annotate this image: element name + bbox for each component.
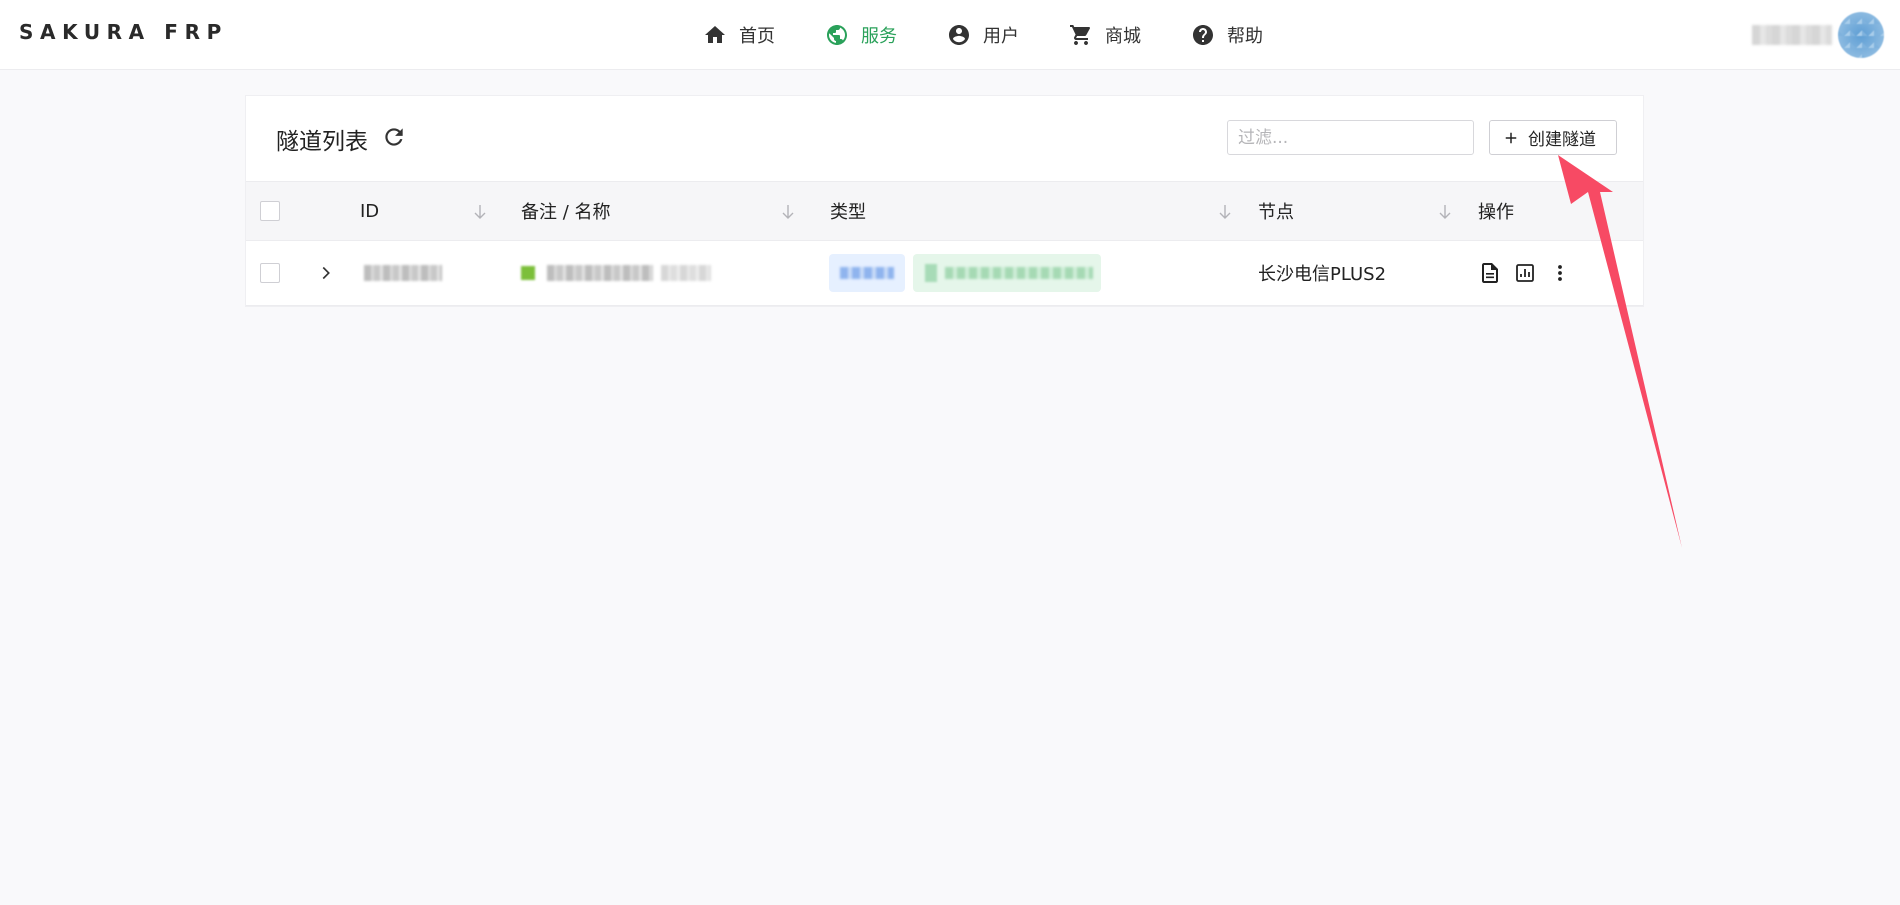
avatar[interactable] [1838,12,1884,58]
create-tunnel-label: 创建隧道 [1528,130,1596,149]
nav-item-shop[interactable]: 商城 [1069,20,1141,50]
address-tag [913,254,1101,292]
nav-item-home[interactable]: 首页 [703,20,775,50]
table-header: ID 备注 / 名称 类型 节点 操作 [246,181,1643,241]
redacted-name [547,265,653,281]
node-name: 长沙电信PLUS2 [1258,264,1387,285]
redacted-note [661,265,711,281]
tunnel-node-cell: 长沙电信PLUS2 [1258,241,1386,305]
nav-item-label: 服务 [861,26,897,46]
status-dot-icon [521,266,535,280]
redacted-address [945,267,1093,279]
table-row[interactable]: 长沙电信PLUS2 [246,241,1643,306]
top-bar: SAKURA FRP 首页 服务 用户 商城 帮助 [0,0,1900,70]
redacted-id [364,265,442,281]
home-icon [703,23,727,47]
page-title: 隧道列表 [276,129,368,155]
column-id-label: ID [360,200,380,222]
sort-arrow-icon[interactable] [1217,203,1233,221]
column-name[interactable]: 备注 / 名称 [521,182,611,240]
nav-item-label: 用户 [983,26,1019,46]
user-menu[interactable] [1752,12,1884,58]
tag-dot-icon [925,264,937,282]
sort-arrow-icon[interactable] [472,203,488,221]
config-file-icon[interactable] [1478,261,1502,285]
filter-input[interactable] [1227,120,1474,155]
select-all-checkbox[interactable] [260,201,280,221]
nav-item-services[interactable]: 服务 [825,20,897,50]
annotation-arrow [1558,155,1682,548]
tunnel-name-redacted [521,241,711,305]
tunnel-type-cell [829,241,1101,305]
refresh-icon[interactable] [381,124,407,150]
column-actions-label: 操作 [1478,202,1514,223]
help-circle-icon [1191,23,1215,47]
column-type-label: 类型 [830,202,866,223]
username-redacted [1752,25,1832,45]
main-nav: 首页 服务 用户 商城 帮助 [703,20,1263,50]
nav-item-label: 商城 [1105,26,1141,46]
brand-logo[interactable]: SAKURA FRP [19,20,228,44]
nav-item-label: 首页 [739,26,775,46]
tunnel-list-card: 隧道列表 创建隧道 ID 备注 / 名称 类型 节点 操作 [245,95,1644,307]
traffic-stats-icon[interactable] [1513,261,1537,285]
expand-cell [315,241,337,305]
cart-icon [1069,23,1093,47]
column-type[interactable]: 类型 [830,182,866,240]
arrow-shape [1558,155,1682,548]
column-node-label: 节点 [1258,202,1294,223]
account-circle-icon [947,23,971,47]
protocol-tag [829,254,905,292]
nav-item-label: 帮助 [1227,26,1263,46]
tunnel-id-redacted [364,241,442,305]
nav-item-user[interactable]: 用户 [947,20,1019,50]
column-name-label: 备注 / 名称 [521,202,611,223]
row-checkbox[interactable] [260,263,280,283]
column-id[interactable]: ID [360,182,379,240]
plus-icon [1505,132,1517,143]
nav-item-help[interactable]: 帮助 [1191,20,1263,50]
chevron-right-icon[interactable] [315,262,337,284]
header-checkbox-cell [260,182,280,240]
sort-arrow-icon[interactable] [780,203,796,221]
sort-arrow-icon[interactable] [1437,203,1453,221]
column-actions: 操作 [1478,182,1514,240]
row-checkbox-cell [260,241,280,305]
column-node[interactable]: 节点 [1258,182,1294,240]
globe-icon [825,23,849,47]
redacted-protocol [840,267,894,279]
